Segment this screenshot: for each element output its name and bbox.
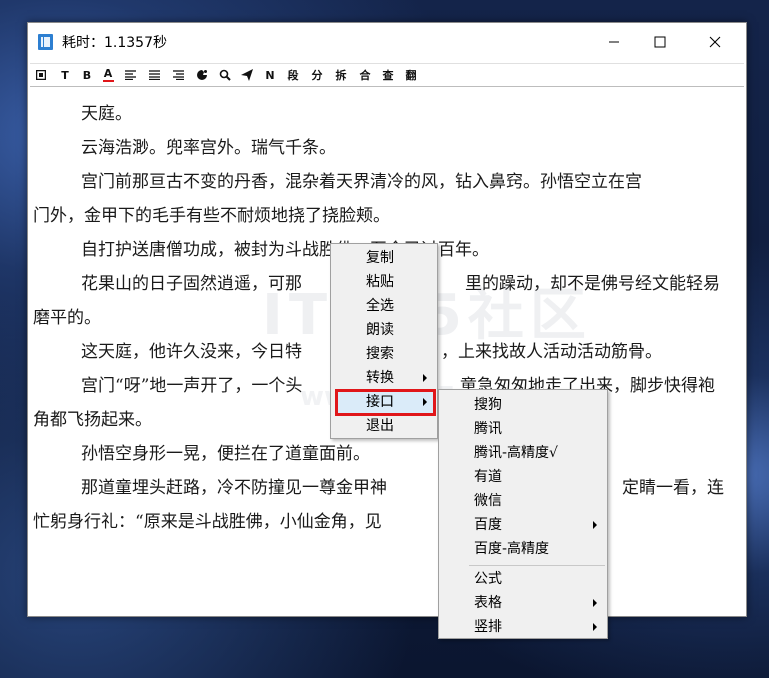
menu-item-interface-highlighted[interactable]: 接口 xyxy=(366,390,394,414)
menu-item-paste[interactable]: 粘贴 xyxy=(366,270,394,294)
font-color-tool[interactable]: A xyxy=(102,67,114,83)
font-color-bar xyxy=(102,80,114,82)
convert-submenu-arrow-icon xyxy=(423,374,427,382)
maximize-icon xyxy=(654,36,666,48)
menu-item-search[interactable]: 搜索 xyxy=(366,342,394,366)
submenu-item-formula[interactable]: 公式 xyxy=(474,567,502,591)
submenu-item-wechat[interactable]: 微信 xyxy=(474,489,502,513)
font-color-label: A xyxy=(103,67,113,80)
submenu-item-vertical[interactable]: 竖排 xyxy=(474,615,502,639)
submenu-separator xyxy=(469,565,605,566)
submenu-item-sogou[interactable]: 搜狗 xyxy=(474,393,502,417)
search-icon[interactable] xyxy=(219,67,231,83)
send-icon[interactable] xyxy=(241,67,253,83)
text-line: 天庭。 xyxy=(81,104,132,124)
text-tool[interactable]: T xyxy=(59,67,71,83)
window-title: 耗时：1.1357秒 xyxy=(62,35,167,51)
minimize-icon xyxy=(609,41,619,43)
baidu-submenu-arrow-icon xyxy=(593,521,597,529)
align-right-icon[interactable] xyxy=(172,67,184,83)
bold-tool[interactable]: B xyxy=(81,67,93,83)
paragraph-tool[interactable]: 段 xyxy=(286,67,300,83)
translate-tool[interactable]: 翻 xyxy=(404,67,418,83)
close-button[interactable] xyxy=(692,23,738,61)
text-line: 云海浩渺。兜率宫外。瑞气千条。 xyxy=(81,138,336,158)
interface-submenu: 搜狗 腾讯 腾讯-高精度√ 有道 微信 百度 百度-高精度 公式 表格 竖排 xyxy=(438,389,608,639)
text-line: 门外，金甲下的毛手有些不耐烦地挠了挠脸颊。 xyxy=(33,206,390,226)
normal-tool[interactable]: N xyxy=(264,67,276,83)
submenu-item-baidu[interactable]: 百度 xyxy=(474,513,502,537)
submenu-item-youdao[interactable]: 有道 xyxy=(474,465,502,489)
menu-item-exit[interactable]: 退出 xyxy=(366,414,394,438)
clipboard-icon[interactable] xyxy=(35,67,47,83)
menu-item-copy[interactable]: 复制 xyxy=(366,246,394,270)
interface-arrow-icon xyxy=(423,398,427,406)
minimize-button[interactable] xyxy=(591,23,637,61)
text-line: 孙悟空身形一晃，便拦在了道童面前。 xyxy=(81,444,370,464)
align-left-icon[interactable] xyxy=(124,67,136,83)
text-line: 定睛一看，连 xyxy=(622,478,724,498)
menu-item-read-aloud[interactable]: 朗读 xyxy=(366,318,394,342)
submenu-item-baidu-hq[interactable]: 百度-高精度 xyxy=(474,537,549,561)
text-line: 忙躬身行礼：“原来是斗战胜佛，小仙金角，见 xyxy=(33,512,382,532)
maximize-button[interactable] xyxy=(637,23,683,61)
submenu-item-table[interactable]: 表格 xyxy=(474,591,502,615)
align-justify-icon[interactable] xyxy=(148,67,160,83)
merge-tool[interactable]: 合 xyxy=(358,67,372,83)
text-line: 宫门前那亘古不变的丹香，混杂着天界清冷的风，钻入鼻窍。孙悟空立在宫 xyxy=(81,172,642,192)
submenu-item-tencent[interactable]: 腾讯 xyxy=(474,417,502,441)
submenu-item-tencent-hq[interactable]: 腾讯-高精度√ xyxy=(474,441,558,465)
break-tool[interactable]: 拆 xyxy=(334,67,348,83)
table-submenu-arrow-icon xyxy=(593,599,597,607)
close-icon xyxy=(709,36,721,48)
menu-item-convert[interactable]: 转换 xyxy=(366,366,394,390)
palette-icon[interactable] xyxy=(196,67,208,83)
find-tool[interactable]: 查 xyxy=(381,67,395,83)
split-tool[interactable]: 分 xyxy=(310,67,324,83)
app-icon xyxy=(38,34,53,50)
menu-item-select-all[interactable]: 全选 xyxy=(366,294,394,318)
toolbar: T B A N 段 分 拆 合 查 翻 xyxy=(30,63,744,87)
vertical-submenu-arrow-icon xyxy=(593,623,597,631)
title-bar[interactable]: 耗时：1.1357秒 xyxy=(28,23,746,61)
